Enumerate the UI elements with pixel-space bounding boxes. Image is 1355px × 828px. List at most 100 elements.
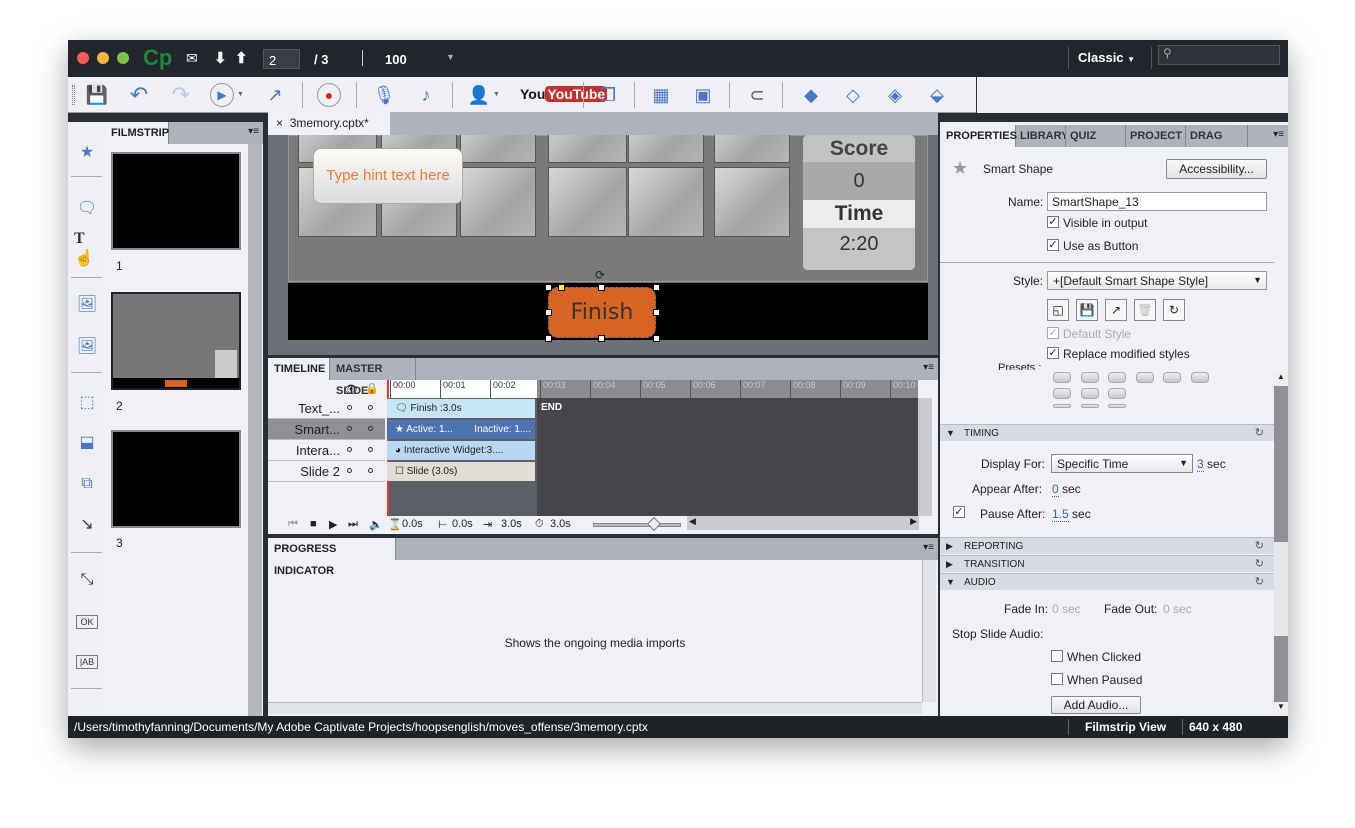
slide-thumbnail-2[interactable]	[111, 292, 241, 390]
text-caption-tool-icon[interactable]: 🗨	[74, 196, 100, 220]
timeline-row[interactable]: Smart...	[268, 419, 385, 440]
timeline-bar[interactable]: ☐ Slide (3.0s)	[387, 462, 535, 481]
progress-scrollbar[interactable]	[922, 560, 936, 702]
timeline-row[interactable]: Text_...	[268, 398, 385, 419]
image-tool-icon[interactable]: 🖼	[74, 292, 100, 316]
fade-in-value[interactable]: 0 sec	[1052, 602, 1081, 616]
timeline-bar[interactable]: ◕ Interactive Widget:3....	[387, 441, 535, 460]
timeline-bar[interactable]: ★ Active: 1... Inactive: 1....	[387, 420, 535, 439]
timeline-horizontal-scrollbar[interactable]: ◀ ▶	[687, 516, 919, 530]
name-input[interactable]: SmartShape_13	[1047, 192, 1267, 211]
panel-menu-icon[interactable]: ▾≡	[923, 542, 934, 553]
visible-in-output-checkbox[interactable]: ✓	[1047, 216, 1059, 228]
grid-icon[interactable]: ▦	[648, 83, 674, 107]
memory-card[interactable]	[714, 135, 790, 163]
assets-icon[interactable]: ❐	[595, 83, 621, 107]
reset-icon[interactable]: ↻	[1255, 556, 1264, 573]
add-audio-button[interactable]: Add Audio...	[1051, 696, 1141, 714]
eye-icon[interactable]: 👁	[344, 383, 358, 396]
display-time-value[interactable]: 3	[1197, 457, 1204, 472]
tab-project-info[interactable]: PROJECT I	[1126, 125, 1186, 147]
hint-text-box[interactable]: Type hint text here	[313, 148, 463, 204]
reset-icon[interactable]: ↻	[1255, 425, 1264, 442]
click-box-tool-icon[interactable]: ⤡	[74, 568, 100, 592]
visibility-toggle[interactable]	[347, 468, 352, 473]
timeline-bar[interactable]: 🗨 Finish :3.0s	[387, 399, 535, 418]
style-preset[interactable]	[1053, 404, 1071, 408]
accessibility-button[interactable]: Accessibility...	[1166, 159, 1267, 179]
slider-thumb[interactable]	[646, 516, 662, 532]
lock-toggle[interactable]	[368, 426, 373, 431]
record-icon[interactable]: ●	[317, 83, 341, 107]
send-back-icon[interactable]: ⬙	[924, 83, 950, 107]
style-preset[interactable]	[1081, 388, 1099, 399]
pause-after-value[interactable]: 1.5	[1052, 507, 1069, 522]
style-dropdown[interactable]: +[Default Smart Shape Style] ▼	[1047, 271, 1267, 290]
style-preset[interactable]	[1081, 404, 1099, 408]
tab-properties[interactable]: PROPERTIES	[940, 125, 1017, 147]
timeline-zoom-slider[interactable]	[593, 516, 681, 532]
workspace-switcher[interactable]: Classic ▼	[1078, 50, 1135, 65]
save-style-icon[interactable]: 💾	[1076, 299, 1098, 321]
tab-drag-and-drop[interactable]: DRAG AND	[1186, 125, 1248, 147]
memory-card[interactable]	[460, 167, 536, 237]
rewind-icon[interactable]: ⏮	[288, 518, 298, 531]
smart-shape-tool-icon[interactable]: ★	[74, 140, 100, 164]
timeline-row[interactable]: Slide 2	[268, 461, 385, 482]
snap-grid-icon[interactable]: ▣	[690, 83, 716, 107]
memory-card[interactable]	[628, 135, 704, 163]
undo-icon[interactable]: ↶	[126, 82, 152, 107]
save-icon[interactable]: 💾	[84, 83, 110, 107]
play-icon[interactable]: ▶	[329, 518, 337, 531]
pause-after-checkbox[interactable]: ✓	[953, 506, 965, 518]
lock-icon[interactable]: 🔒	[365, 382, 379, 395]
magnet-icon[interactable]: ⊂	[744, 83, 770, 107]
speaker-icon[interactable]: 🔈	[369, 518, 383, 531]
rollover-image-tool-icon[interactable]: 🖼	[74, 334, 100, 358]
lock-toggle[interactable]	[368, 468, 373, 473]
user-icon[interactable]: 👤	[466, 83, 492, 107]
lock-toggle[interactable]	[368, 405, 373, 410]
highlight-box-tool-icon[interactable]: ⬚	[74, 390, 100, 414]
tab-quiz-properties[interactable]: QUIZ PROF	[1066, 125, 1126, 147]
forward-icon[interactable]: ⏭	[348, 518, 358, 531]
rotate-handle-icon[interactable]: ⟳	[595, 268, 605, 282]
slide-thumbnail-3[interactable]	[111, 430, 241, 528]
progress-hscrollbar[interactable]	[268, 702, 922, 714]
style-preset[interactable]	[1108, 372, 1126, 383]
panel-menu-icon[interactable]: ▾≡	[1273, 129, 1284, 140]
user-dropdown-icon[interactable]: ▼	[493, 91, 500, 98]
style-preset[interactable]	[1081, 372, 1099, 383]
mouse-tool-icon[interactable]: ↘	[74, 512, 100, 536]
display-for-dropdown[interactable]: Specific Time ▼	[1051, 454, 1193, 473]
reporting-section-header[interactable]: ▶ REPORTING ↻	[940, 537, 1274, 554]
close-tab-icon[interactable]: ×	[276, 116, 283, 130]
button-tool-icon[interactable]: OK	[74, 610, 100, 634]
zoom-area-tool-icon[interactable]: ⧉	[74, 472, 100, 496]
filmstrip-scrollbar[interactable]	[248, 144, 262, 716]
bring-forward-icon[interactable]: ◆	[798, 83, 824, 107]
close-window-button[interactable]	[77, 52, 89, 64]
memory-card[interactable]	[548, 167, 627, 237]
transition-section-header[interactable]: ▶ TRANSITION ↻	[940, 555, 1274, 572]
zoom-window-button[interactable]	[117, 52, 129, 64]
style-preset[interactable]	[1108, 404, 1126, 408]
visibility-toggle[interactable]	[347, 405, 352, 410]
memory-card[interactable]	[548, 135, 627, 163]
zoom-dropdown-icon[interactable]: ▼	[446, 52, 455, 62]
minimize-window-button[interactable]	[97, 52, 109, 64]
reset-icon[interactable]: ↻	[1255, 538, 1264, 555]
play-dropdown-icon[interactable]: ▼	[237, 91, 244, 98]
style-preset[interactable]	[1053, 388, 1071, 399]
publish-icon[interactable]: ↗	[262, 83, 288, 107]
document-tab[interactable]: × 3memory.cptx*	[268, 112, 390, 135]
next-slide-icon[interactable]: ⬇	[214, 49, 227, 67]
rollover-caption-tool-icon[interactable]: T☝	[74, 230, 100, 267]
redo-icon[interactable]: ↷	[168, 82, 194, 107]
play-icon[interactable]: ▶	[210, 83, 234, 107]
finish-button[interactable]: Finish	[548, 287, 656, 338]
tab-filmstrip[interactable]: FILMSTRIP	[105, 122, 169, 144]
tab-timeline[interactable]: TIMELINE	[268, 358, 330, 380]
timing-section-header[interactable]: ▼ TIMING ↻	[940, 424, 1274, 441]
tab-master-slide[interactable]: MASTER SLIDE	[330, 358, 416, 397]
